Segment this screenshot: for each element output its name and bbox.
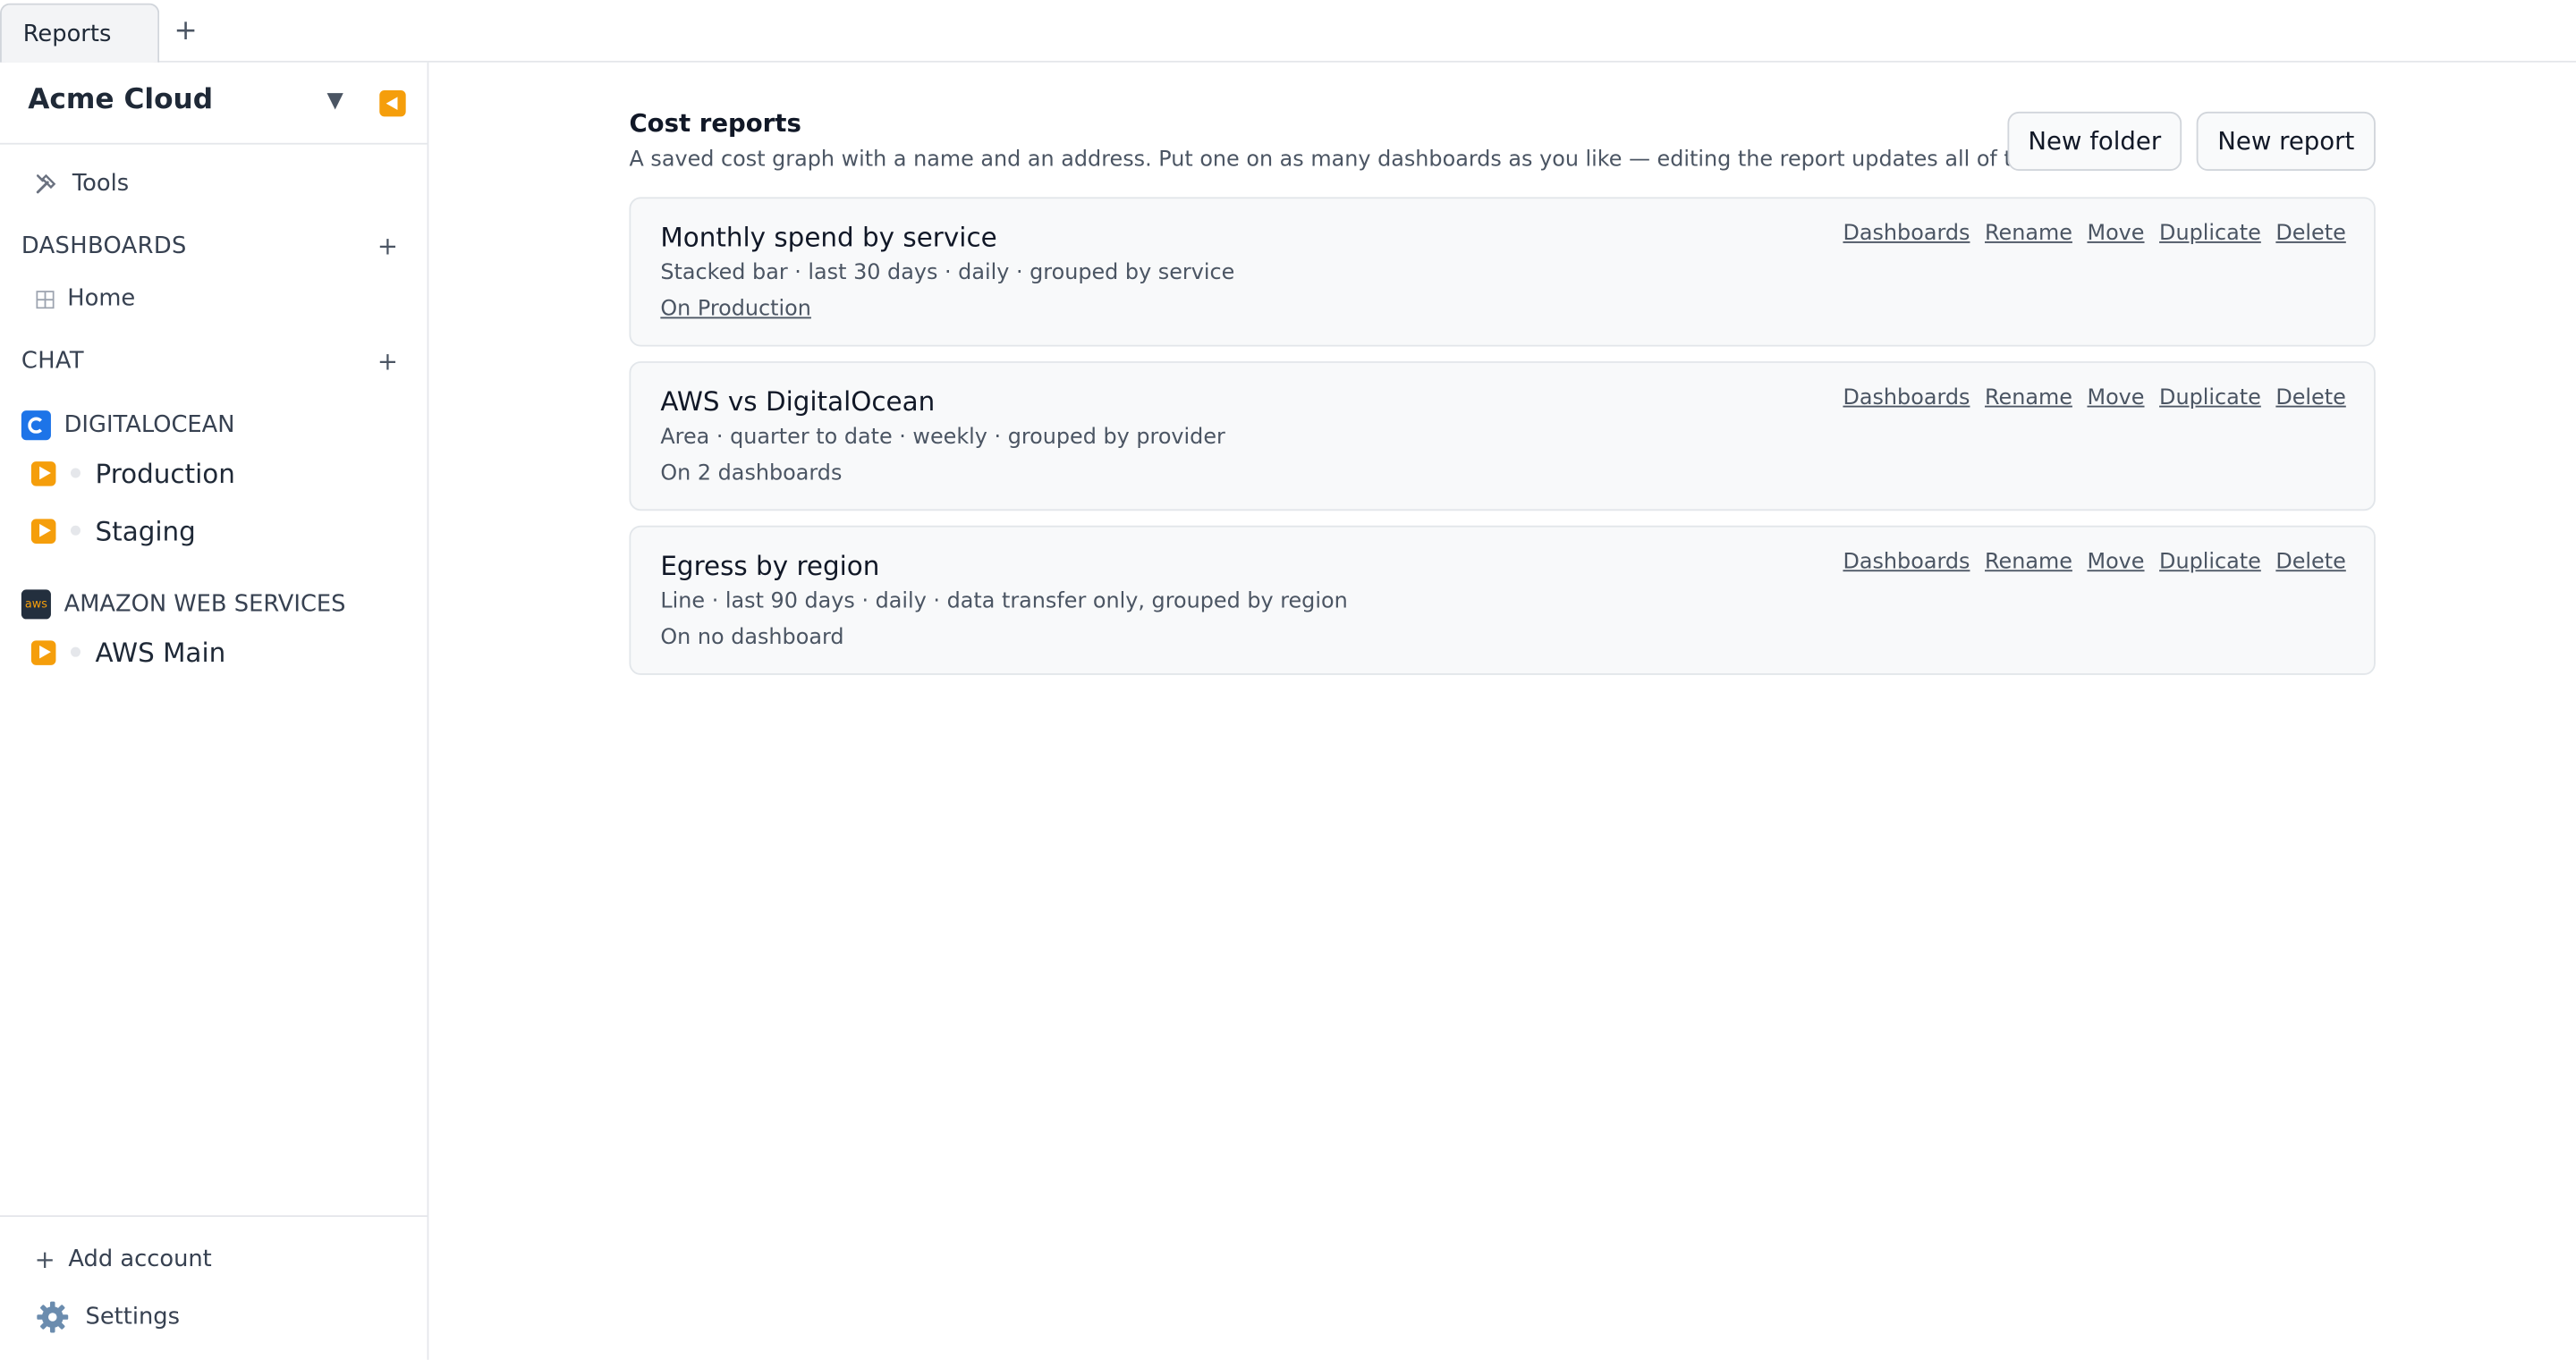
report-description: Area · quarter to date · weekly · groupe… [660,425,1225,451]
grid-icon [36,290,55,308]
report-dashboards-link[interactable]: On Production [660,297,811,322]
status-dot [70,646,80,657]
report-name[interactable]: Egress by region [660,550,879,581]
chat-section-header: CHAT [21,348,84,375]
provider-name: DIGITALOCEAN [64,412,235,439]
report-card[interactable]: AWS vs DigitalOcean Area · quarter to da… [629,361,2376,511]
dashboards-action[interactable]: Dashboards [1843,386,1970,411]
report-card[interactable]: Monthly spend by service Stacked bar · l… [629,197,2376,347]
gear-icon [37,1301,69,1333]
sidebar: Acme Cloud ▼ Tools DASHBOARDS + Home CHA… [0,62,429,1360]
account-name: Production [95,457,235,489]
page-title: Cost reports [629,108,801,139]
sidebar-item-home[interactable]: Home [36,283,135,316]
app-window: Reports + Acme Cloud ▼ Tools DASHBOARDS … [0,0,2576,1360]
digitalocean-icon [21,410,51,441]
report-actions: Dashboards Rename Move Duplicate Delete [1843,386,2345,411]
move-action[interactable]: Move [2087,386,2144,411]
tab-reports[interactable]: Reports [0,3,160,63]
play-icon [30,639,56,664]
report-name[interactable]: Monthly spend by service [660,222,996,253]
new-report-button[interactable]: New report [2196,111,2376,172]
provider-name: AMAZON WEB SERVICES [64,591,346,618]
report-actions: Dashboards Rename Move Duplicate Delete [1843,550,2345,575]
status-dot [70,468,80,478]
collapse-sidebar-icon[interactable] [379,90,406,117]
report-dashboards: On no dashboard [660,625,844,651]
dashboards-action[interactable]: Dashboards [1843,222,1970,247]
account-item-aws-main[interactable]: AWS Main [30,634,226,670]
sidebar-item-label: Home [67,285,136,312]
sidebar-divider [0,142,428,145]
report-actions: Dashboards Rename Move Duplicate Delete [1843,222,2345,247]
move-action[interactable]: Move [2087,550,2144,575]
report-description: Line · last 90 days · daily · data trans… [660,589,1348,614]
rename-action[interactable]: Rename [1985,550,2072,575]
new-folder-button[interactable]: New folder [2007,111,2182,172]
report-card[interactable]: Egress by region Line · last 90 days · d… [629,525,2376,675]
duplicate-action[interactable]: Duplicate [2159,550,2261,575]
tab-bar: Reports + [0,0,2576,63]
duplicate-action[interactable]: Duplicate [2159,222,2261,247]
account-item-staging[interactable]: Staging [30,512,196,548]
dashboards-action[interactable]: Dashboards [1843,550,1970,575]
settings-label: Settings [85,1304,180,1330]
delete-action[interactable]: Delete [2275,386,2345,411]
add-tab-button[interactable]: + [171,13,200,49]
move-action[interactable]: Move [2087,222,2144,247]
provider-aws[interactable]: aws AMAZON WEB SERVICES [21,588,346,621]
sidebar-item-tools[interactable]: Tools [33,167,129,200]
add-account-label: Add account [68,1246,212,1273]
add-dashboard-button[interactable]: + [375,233,401,259]
provider-digitalocean[interactable]: DIGITALOCEAN [21,409,235,442]
settings-button[interactable]: Settings [36,1299,180,1335]
report-dashboards: On 2 dashboards [660,461,843,486]
account-name: AWS Main [95,636,226,668]
plus-icon: + [34,1245,55,1275]
play-icon [30,518,56,544]
chevron-down-icon[interactable]: ▼ [322,89,348,114]
page-subtitle: A saved cost graph with a name and an ad… [629,148,2067,173]
account-name: Staging [95,514,196,546]
add-chat-button[interactable]: + [375,348,401,374]
rename-action[interactable]: Rename [1985,386,2072,411]
tools-icon [36,173,56,194]
duplicate-action[interactable]: Duplicate [2159,386,2261,411]
sidebar-divider [0,1215,428,1217]
delete-action[interactable]: Delete [2275,550,2345,575]
sidebar-item-label: Tools [72,171,130,198]
dashboards-section-header: DASHBOARDS [21,232,187,260]
report-name[interactable]: AWS vs DigitalOcean [660,386,935,418]
rename-action[interactable]: Rename [1985,222,2072,247]
org-name[interactable]: Acme Cloud [28,84,213,117]
play-icon [30,460,56,486]
aws-icon: aws [21,589,51,620]
status-dot [70,525,80,536]
report-description: Stacked bar · last 30 days · daily · gro… [660,261,1235,286]
delete-action[interactable]: Delete [2275,222,2345,247]
add-account-button[interactable]: + Add account [35,1243,212,1276]
account-item-production[interactable]: Production [30,455,235,491]
